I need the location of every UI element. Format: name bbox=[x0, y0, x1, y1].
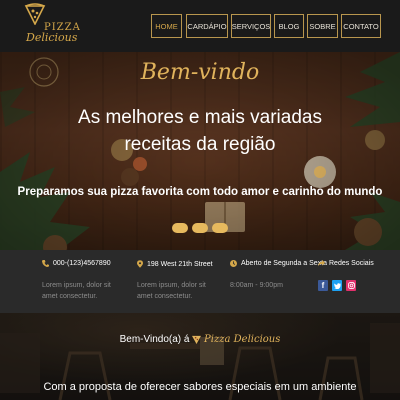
nav-contato[interactable]: CONTATO bbox=[341, 14, 381, 38]
slider-dot-3[interactable] bbox=[212, 223, 228, 233]
info-phone-text: 000-(123)4567890 bbox=[53, 260, 111, 267]
info-address-sub: Lorem ipsum, dolor sit amet consectetur. bbox=[137, 282, 206, 300]
hero-headline: As melhores e mais variadas receitas da … bbox=[78, 107, 322, 155]
share-icon bbox=[318, 260, 325, 267]
slider-dot-2[interactable] bbox=[192, 223, 208, 233]
header: PIZZA Delicious HOME CARDÁPIO SERVIÇOS B… bbox=[0, 0, 400, 52]
about-brand: Pizza Delicious bbox=[204, 334, 281, 345]
pizza-slice-icon bbox=[24, 3, 46, 25]
info-social: Redes Sociais bbox=[318, 260, 374, 267]
nav-servicos[interactable]: SERVIÇOS bbox=[231, 14, 271, 38]
info-hours: Aberto de Segunda a Sexta bbox=[230, 260, 327, 267]
hero-banner: Bem-vindo As melhores e mais variadas re… bbox=[0, 52, 400, 250]
nav-blog[interactable]: BLOG bbox=[274, 14, 304, 38]
nav-cardapio[interactable]: CARDÁPIO bbox=[186, 14, 228, 38]
info-phone-sub: Lorem ipsum, dolor sit amet consectetur. bbox=[42, 282, 111, 300]
info-social-text: Redes Sociais bbox=[329, 260, 374, 267]
info-hours-sub: 8:00am - 9:00pm bbox=[230, 282, 283, 289]
info-address[interactable]: 198 West 21th Street bbox=[137, 260, 213, 268]
logo-text-delicious: Delicious bbox=[26, 31, 78, 44]
about-section: Bem-Vindo(a) á Pizza Delicious Com a pro… bbox=[0, 313, 400, 400]
about-welcome: Bem-Vindo(a) á Pizza Delicious bbox=[0, 334, 400, 345]
hero-welcome: Bem-vindo bbox=[140, 60, 260, 85]
info-hours-text: Aberto de Segunda a Sexta bbox=[241, 260, 328, 267]
instagram-icon[interactable] bbox=[346, 280, 356, 291]
twitter-icon[interactable] bbox=[332, 280, 342, 291]
about-text: Com a proposta de oferecer sabores espec… bbox=[43, 381, 357, 393]
phone-icon bbox=[42, 260, 49, 267]
slider-dot-1[interactable] bbox=[172, 223, 188, 233]
about-welcome-prefix: Bem-Vindo(a) á bbox=[119, 334, 190, 345]
map-pin-icon bbox=[137, 260, 143, 268]
info-bar: 000-(123)4567890 Lorem ipsum, dolor sit … bbox=[0, 250, 400, 313]
nav-home[interactable]: HOME bbox=[151, 14, 182, 38]
pizza-slice-icon bbox=[192, 335, 202, 344]
clock-icon bbox=[230, 260, 237, 267]
facebook-icon[interactable]: f bbox=[318, 280, 328, 291]
info-phone[interactable]: 000-(123)4567890 bbox=[42, 260, 111, 267]
hero-subline: Preparamos sua pizza favorita com todo a… bbox=[17, 186, 383, 198]
nav-sobre[interactable]: SOBRE bbox=[307, 14, 338, 38]
info-address-text: 198 West 21th Street bbox=[147, 260, 213, 268]
